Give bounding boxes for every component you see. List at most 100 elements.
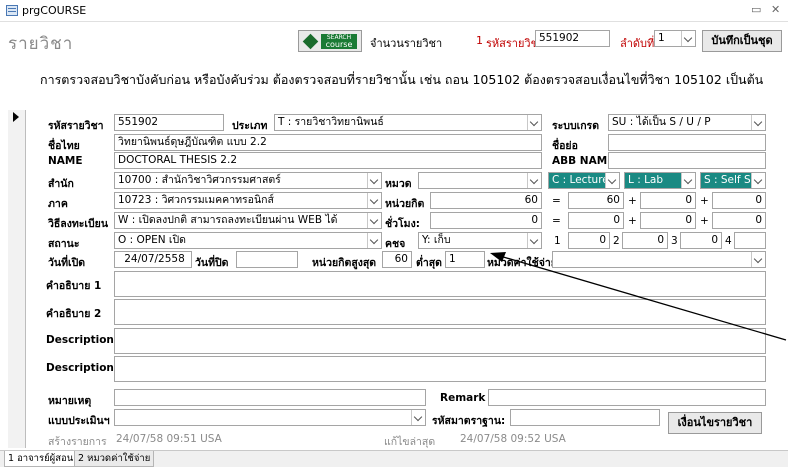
remark-label: Remark [440, 392, 486, 404]
assessment-select[interactable] [114, 409, 426, 426]
sequence-select[interactable]: 1 [654, 30, 696, 47]
slot-4-field[interactable] [734, 232, 766, 249]
office-label: สำนัก [48, 178, 74, 190]
chevron-down-icon[interactable] [527, 233, 541, 248]
sequence-label: ลำดับที่ [620, 37, 655, 50]
record-selector[interactable] [8, 110, 26, 448]
course-code-filter-input[interactable]: 551902 [535, 30, 610, 47]
expense-category-select[interactable] [552, 251, 766, 268]
chevron-down-icon[interactable] [751, 252, 765, 267]
thai-name-label: ชื่อไทย [48, 140, 80, 152]
short-name-label: ชื่อย่อ [552, 140, 578, 152]
lecture-type-select[interactable]: C : Lecture [548, 172, 620, 189]
tab-expense-category[interactable]: 2 หมวดค่าใช้จ่าย [74, 451, 155, 467]
chevron-down-icon[interactable] [367, 233, 381, 248]
chevron-down-icon[interactable] [681, 31, 695, 46]
credit-plus-1: + [628, 195, 637, 207]
course-conditions-button[interactable]: เงื่อนไขรายวิชา [668, 412, 762, 434]
course-count-label: จำนวนรายวิชา [370, 37, 443, 50]
credit-lab-field[interactable]: 0 [640, 192, 696, 209]
credit-label: หน่วยกิต [385, 198, 425, 210]
created-value: 24/07/58 09:51 USA [116, 433, 222, 445]
hours-lab-field[interactable]: 0 [640, 212, 696, 229]
chevron-down-icon[interactable] [367, 173, 381, 188]
department-label: ภาค [48, 198, 68, 210]
credit-self-field[interactable]: 0 [712, 192, 766, 209]
chevron-down-icon[interactable] [367, 193, 381, 208]
standard-code-label: รหัสมาตราฐาน: [432, 415, 506, 427]
max-credit-field[interactable]: 60 [382, 251, 412, 268]
fee-select[interactable]: Y: เก็บ [418, 232, 542, 249]
category-label: หมวด [385, 178, 412, 190]
slot-3-label: 3 [671, 235, 678, 247]
tab-instructors[interactable]: 1 อาจารย์ผู้สอน [4, 451, 78, 467]
remark-field[interactable] [488, 389, 766, 406]
page-title: รายวิชา [8, 34, 74, 54]
search-course-button[interactable]: SEARCH course [298, 30, 362, 52]
max-credit-label: หน่วยกิตสูงสุด [312, 257, 377, 269]
created-label: สร้างรายการ [48, 436, 107, 448]
hours-plus-2: + [700, 215, 709, 227]
modified-label: แก้ไขล่าสุด [384, 436, 436, 448]
form-header: รายวิชา SEARCH course จำนวนรายวิชา 1 รหั… [0, 22, 788, 110]
chevron-down-icon[interactable] [681, 173, 695, 188]
type-select[interactable]: T : รายวิชาวิทยานิพนธ์ [274, 114, 542, 131]
description2-textarea[interactable] [114, 356, 766, 382]
standard-code-field[interactable] [510, 409, 660, 426]
min-credit-field[interactable]: 1 [445, 251, 485, 268]
minimize-icon[interactable]: ▭ [751, 3, 761, 16]
batch-save-button[interactable]: บันทึกเป็นชุด [702, 30, 782, 52]
registration-label: วิธีลงทะเบียน [48, 218, 109, 230]
slot-3-field[interactable]: 0 [680, 232, 722, 249]
abb-name-field[interactable] [608, 152, 766, 169]
chevron-down-icon[interactable] [527, 173, 541, 188]
name-field[interactable]: DOCTORAL THESIS 2.2 [114, 152, 542, 169]
hours-equals: = [552, 215, 561, 227]
open-date-label: วันที่เปิด [48, 257, 86, 269]
chevron-down-icon[interactable] [367, 213, 381, 228]
desc2-textarea[interactable] [114, 299, 766, 325]
name-label: NAME [48, 155, 83, 167]
hours-lecture-field[interactable]: 0 [568, 212, 624, 229]
description1-textarea[interactable] [114, 328, 766, 354]
department-select[interactable]: 10723 : วิศวกรรมเมคคาทรอนิกส์ [114, 192, 382, 209]
abb-name-label: ABB NAME [552, 155, 615, 167]
close-date-field[interactable] [236, 251, 298, 268]
min-credit-label: ต่ำสุด [416, 257, 442, 269]
desc2-label: คำอธิบาย 2 [46, 308, 102, 320]
course-code-field[interactable]: 551902 [114, 114, 224, 131]
hours-self-field[interactable]: 0 [712, 212, 766, 229]
credit-lecture-field[interactable]: 60 [568, 192, 624, 209]
slot-2-field[interactable]: 0 [622, 232, 668, 249]
chevron-down-icon[interactable] [751, 173, 765, 188]
category-select[interactable] [418, 172, 542, 189]
subform-tabs: 1 อาจารย์ผู้สอน 2 หมวดค่าใช้จ่าย [0, 450, 788, 467]
grading-select[interactable]: SU : ได้เป็น S / U / P [608, 114, 766, 131]
credit-field[interactable]: 60 [430, 192, 542, 209]
credit-equals: = [552, 195, 561, 207]
chevron-down-icon[interactable] [527, 115, 541, 130]
chevron-down-icon[interactable] [751, 115, 765, 130]
hours-field[interactable]: 0 [430, 212, 542, 229]
thai-name-field[interactable]: วิทยานิพนธ์ดุษฎีบัณฑิต แบบ 2.2 [114, 134, 542, 151]
slot-1-label: 1 [554, 235, 561, 247]
current-record-icon [13, 112, 19, 122]
expense-category-label: หมวดค่าใช้จ่าย [487, 257, 557, 269]
note-field[interactable] [114, 389, 426, 406]
desc1-textarea[interactable] [114, 271, 766, 297]
registration-select[interactable]: W : เปิดลงปกติ สามารถลงทะเบียนผ่าน WEB ไ… [114, 212, 382, 229]
chevron-down-icon[interactable] [605, 173, 619, 188]
slot-2-label: 2 [613, 235, 620, 247]
lab-type-select[interactable]: L : Lab [624, 172, 696, 189]
status-select[interactable]: O : OPEN เปิด [114, 232, 382, 249]
short-name-field[interactable] [608, 134, 766, 151]
form-icon [6, 5, 18, 16]
self-study-type-select[interactable]: S : Self S [700, 172, 766, 189]
credit-plus-2: + [700, 195, 709, 207]
open-date-field[interactable]: 24/07/2558 [114, 251, 192, 268]
close-icon[interactable]: ✕ [771, 3, 780, 16]
chevron-down-icon[interactable] [411, 410, 425, 425]
slot-1-field[interactable]: 0 [568, 232, 610, 249]
office-select[interactable]: 10700 : สำนักวิชาวิศวกรรมศาสตร์ [114, 172, 382, 189]
type-label: ประเภท [232, 120, 268, 132]
